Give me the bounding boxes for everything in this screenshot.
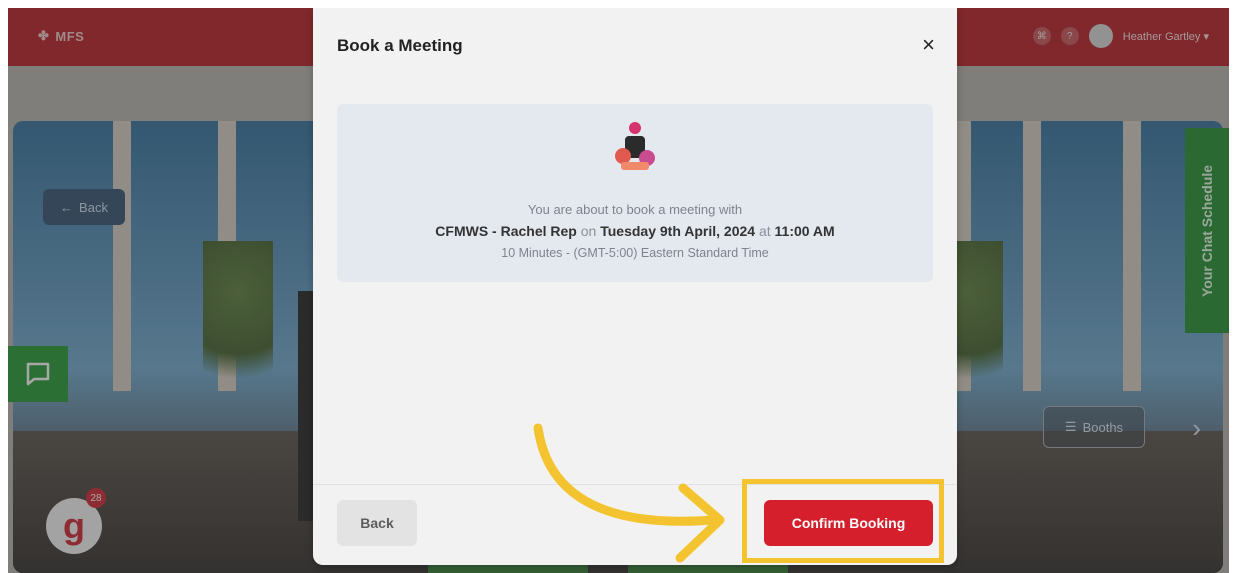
meeting-illustration-icon <box>615 122 655 170</box>
close-icon[interactable]: × <box>922 34 935 56</box>
modal-title: Book a Meeting <box>337 36 463 55</box>
meeting-info-card: You are about to book a meeting with CFM… <box>337 104 933 282</box>
meeting-date: Tuesday 9th April, 2024 <box>600 223 756 239</box>
screen: ✤ MFS ⌘ ? Heather Gartley ▾ ← Back ☰ Boo… <box>8 8 1229 573</box>
back-button[interactable]: Back <box>337 500 417 546</box>
at-word: at <box>758 223 771 239</box>
booking-details-line: CFMWS - Rachel Rep on Tuesday 9th April,… <box>337 223 933 239</box>
meeting-time: 11:00 AM <box>774 223 835 239</box>
booking-intro-text: You are about to book a meeting with <box>527 202 743 217</box>
tutorial-arrow-icon <box>533 423 725 563</box>
meeting-host: CFMWS - Rachel Rep <box>435 223 577 239</box>
meeting-duration-timezone: 10 Minutes - (GMT-5:00) Eastern Standard… <box>501 246 769 260</box>
on-word: on <box>580 223 597 239</box>
tutorial-highlight-box <box>742 479 944 563</box>
